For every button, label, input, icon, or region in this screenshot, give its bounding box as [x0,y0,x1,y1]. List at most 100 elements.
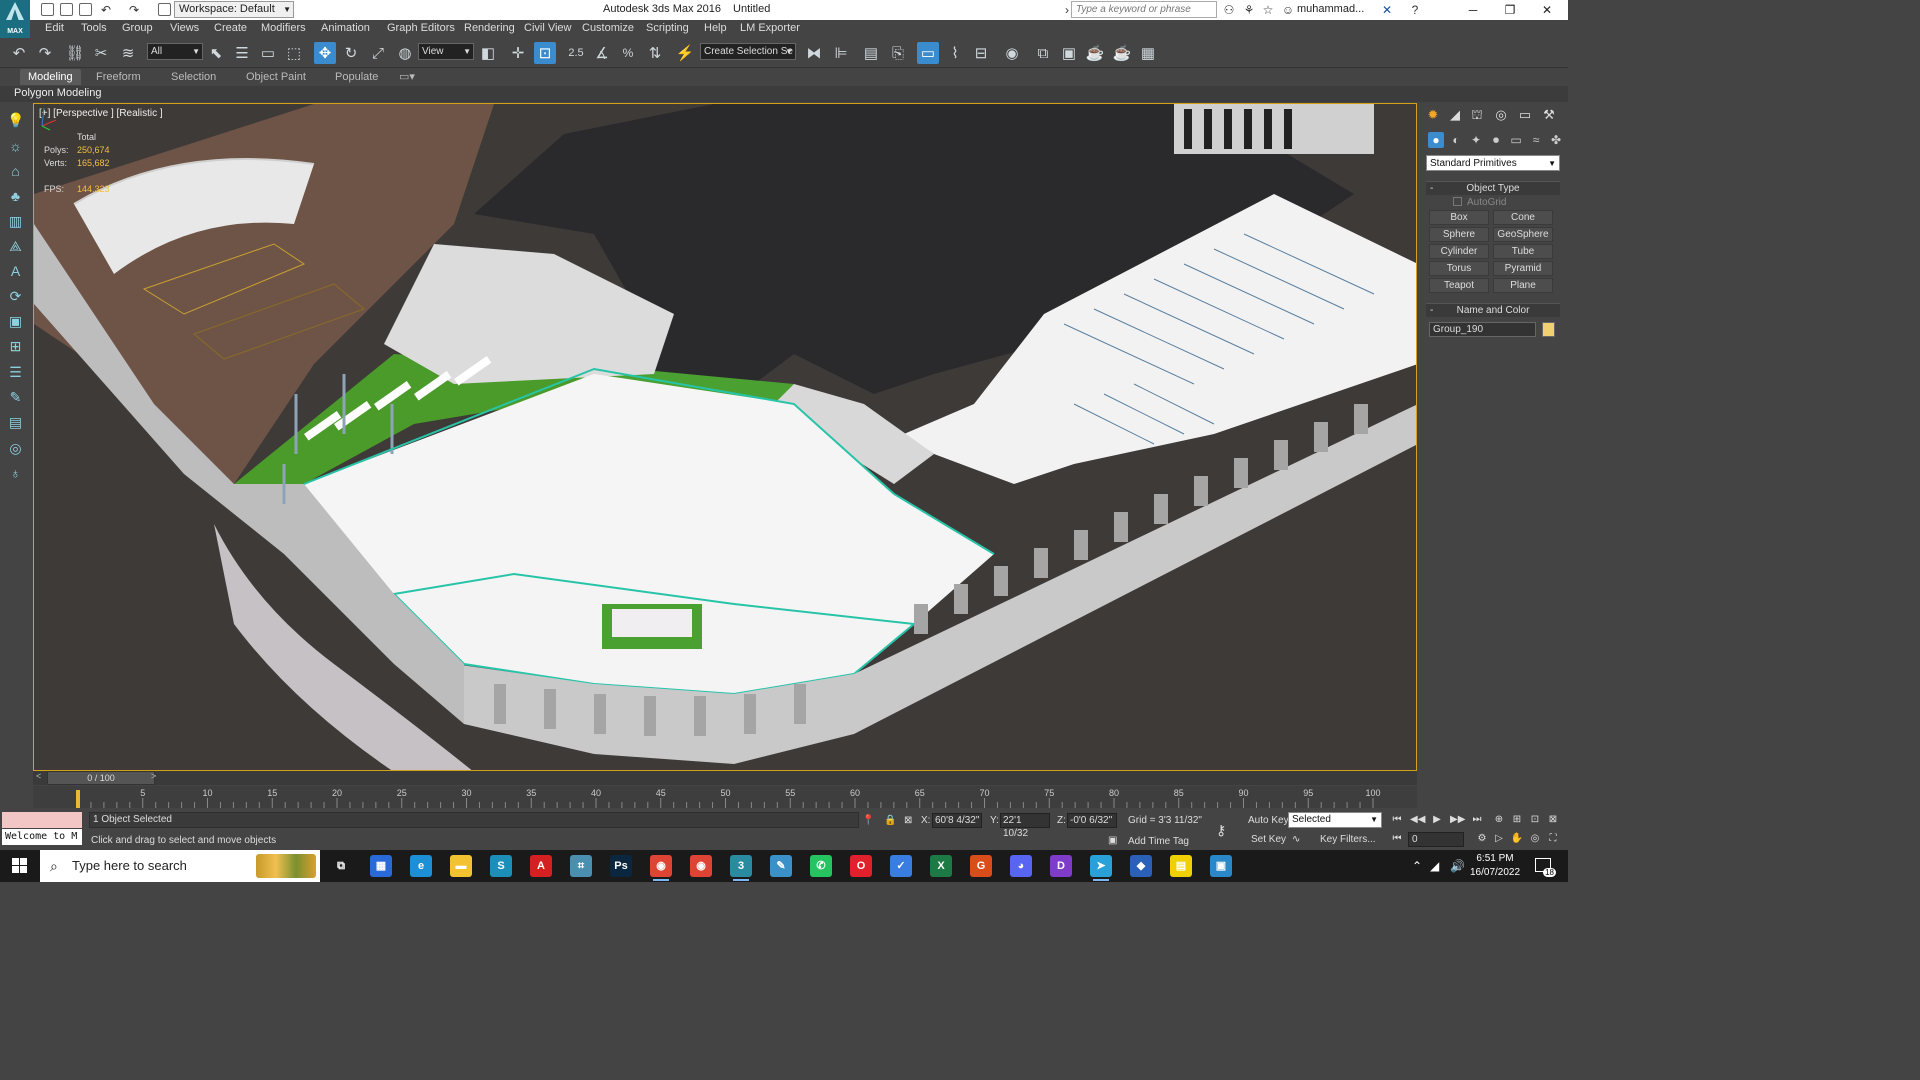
render-iterative-icon[interactable]: ☕ [1111,42,1133,64]
menu-graph-editors[interactable]: Graph Editors [387,22,455,34]
todo-icon[interactable]: ✓ [890,855,912,877]
teapot-button[interactable]: Teapot [1429,278,1489,293]
object-color-swatch[interactable] [1542,322,1555,337]
task-view-icon[interactable]: ⧉ [330,855,352,877]
time-next-arrow-icon[interactable]: > [151,771,156,781]
eye-icon[interactable]: ◎ [7,440,24,457]
photoshop-icon[interactable]: Ps [610,855,632,877]
taskbar-search-box[interactable]: ⌕ Type here to search [40,850,320,882]
menu-animation[interactable]: Animation [321,22,370,34]
app-grid-icon[interactable]: ⌗ [570,855,592,877]
snaps-toggle-icon[interactable]: 2.5 [565,42,587,64]
file-explorer-icon[interactable]: ▬ [450,855,472,877]
cameras-icon[interactable]: ⏺ [1488,132,1504,148]
panel-icon[interactable]: ▤ [7,414,24,431]
whatsapp-icon[interactable]: ✆ [810,855,832,877]
cone-button[interactable]: Cone [1493,210,1553,225]
bulb-icon[interactable]: ♁ [7,465,24,482]
name-color-rollout[interactable]: - Name and Color [1426,303,1560,317]
discord-icon[interactable]: ◕ [1010,855,1032,877]
polygon-modeling-label[interactable]: Polygon Modeling [14,87,101,99]
key-filters-button[interactable]: Key Filters... [1320,834,1376,845]
rotate-icon[interactable]: ⟳ [7,288,24,305]
keyboard-shortcut-override-icon[interactable]: ⊡ [534,42,556,64]
lights-icon[interactable]: ✦ [1468,132,1484,148]
percent-snap-icon[interactable]: % [617,42,639,64]
go-to-start-icon[interactable]: ⏮ [1390,813,1404,827]
tray-expand-icon[interactable]: ⌃ [1412,859,1422,873]
select-object-icon[interactable]: ⬉ [205,42,227,64]
render-cloud-icon[interactable]: ▦ [1137,42,1159,64]
named-selection-dropdown[interactable]: Create Selection Se ▼ [700,43,796,60]
shapes-icon[interactable]: ◐ [1448,132,1464,148]
hierarchy-tab-icon[interactable]: ⛫ [1468,106,1486,124]
z-coordinate-field[interactable]: -0'0 6/32" [1067,813,1117,828]
windows-start-icon[interactable] [12,858,28,874]
notification-center-icon[interactable]: 18 [1535,858,1556,877]
material-editor-icon[interactable]: ◉ [1001,42,1023,64]
perspective-viewport[interactable]: [+] [Perspective ] [Realistic ] Total Po… [33,103,1417,771]
go-to-end-icon[interactable]: ⏭ [1470,813,1484,827]
create-tab-icon[interactable]: ✹ [1424,106,1442,124]
subscription-icon[interactable]: ⚘ [1242,3,1256,17]
excel-icon[interactable]: X [930,855,952,877]
previous-frame-icon[interactable]: ◀◀ [1410,813,1425,827]
light-icon[interactable]: 💡 [7,112,24,129]
rendered-frame-window-icon[interactable]: ▣ [1058,42,1080,64]
close-icon[interactable]: ✕ [1530,0,1564,20]
edge-icon[interactable]: e [410,855,432,877]
reference-coordinate-dropdown[interactable]: View ▼ [418,43,474,60]
zoom-all-icon[interactable]: ⊞ [1510,813,1524,827]
geosphere-button[interactable]: GeoSphere [1493,227,1553,242]
current-frame-field[interactable]: 0 [1408,832,1464,847]
orbit-icon[interactable]: ◎ [1528,832,1542,846]
user-name[interactable]: muhammad... [1297,3,1364,15]
render-setup-icon[interactable]: ⧉ [1032,42,1054,64]
3dsmax-icon[interactable]: 3 [730,855,752,881]
motion-tab-icon[interactable]: ◎ [1492,106,1510,124]
schematic-view-icon[interactable]: ⊟ [970,42,992,64]
select-and-scale-icon[interactable]: ⤢ [367,42,389,64]
menu-group[interactable]: Group [122,22,153,34]
angle-snap-icon[interactable]: ∡ [591,42,613,64]
current-frame-marker[interactable] [76,790,80,808]
app-logo[interactable]: MAX [0,0,30,38]
exchange-icon[interactable]: ✕ [1380,3,1394,17]
redo-icon[interactable]: ↷ [127,3,141,17]
taskbar-clock[interactable]: 6:51 PM 16/07/2022 [1470,852,1520,880]
modify-tab-icon[interactable]: ◢ [1446,106,1464,124]
box-button[interactable]: Box [1429,210,1489,225]
layer-manager-icon[interactable]: ▤ [860,42,882,64]
zoom-extents-icon[interactable]: ⊡ [1528,813,1542,827]
list-icon[interactable]: ☰ [7,364,24,381]
undo-icon[interactable]: ↶ [99,3,113,17]
notes-icon[interactable]: ✎ [770,855,792,877]
key-curve-icon[interactable]: ∿ [1292,834,1300,845]
time-prev-arrow-icon[interactable]: < [36,771,41,781]
pivot-center-icon[interactable]: ◧ [477,42,499,64]
select-by-name-icon[interactable]: ☰ [231,42,253,64]
edit-named-selection-icon[interactable]: ⚡ [674,42,696,64]
auto-key-button[interactable]: Auto Key [1248,815,1289,826]
align-icon[interactable]: ⊫ [830,42,852,64]
opera-icon[interactable]: O [850,855,872,877]
save-file-icon[interactable] [79,3,92,16]
space-warps-icon[interactable]: ≈ [1528,132,1544,148]
help-icon[interactable]: ? [1408,3,1422,17]
align-icon[interactable]: ⊞ [7,338,24,355]
torus-button[interactable]: Torus [1429,261,1489,276]
grammarly-icon[interactable]: G [970,855,992,877]
restore-icon[interactable]: ❐ [1493,0,1527,20]
open-file-icon[interactable] [60,3,73,16]
menu-lm-exporter[interactable]: LM Exporter [740,22,800,34]
sun-icon[interactable]: ☼ [7,138,24,155]
link-icon[interactable]: ⛓ [64,42,86,64]
app-s-icon[interactable]: S [490,855,512,877]
helpers-icon[interactable]: ▭ [1508,132,1524,148]
undo-icon[interactable]: ↶ [8,42,30,64]
add-time-tag-button[interactable]: Add Time Tag [1128,836,1189,847]
project-folder-icon[interactable] [158,3,171,16]
x-coordinate-field[interactable]: 60'8 4/32" [932,813,982,828]
telegram-icon[interactable]: ➤ [1090,855,1112,881]
menu-rendering[interactable]: Rendering [464,22,515,34]
